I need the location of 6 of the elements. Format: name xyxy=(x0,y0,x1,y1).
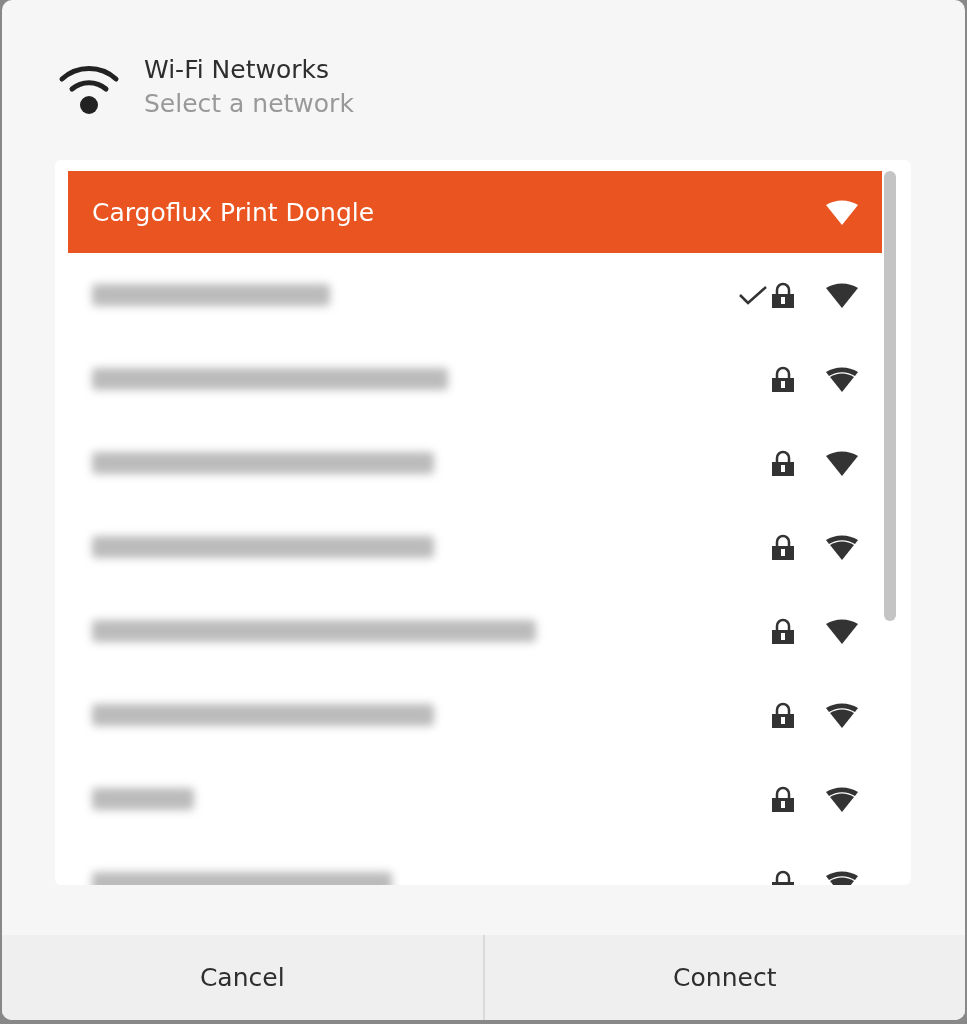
dialog-button[interactable]: Cancel xyxy=(2,935,483,1020)
network-item[interactable]: Cargoflux Print Dongle xyxy=(68,171,882,253)
dialog-title: Wi-Fi Networks xyxy=(144,54,330,86)
scrollbar-thumb[interactable] xyxy=(884,171,896,621)
dialog-subtitle: Select a network xyxy=(144,88,354,120)
dialog-button[interactable]: Connect xyxy=(484,935,965,1020)
